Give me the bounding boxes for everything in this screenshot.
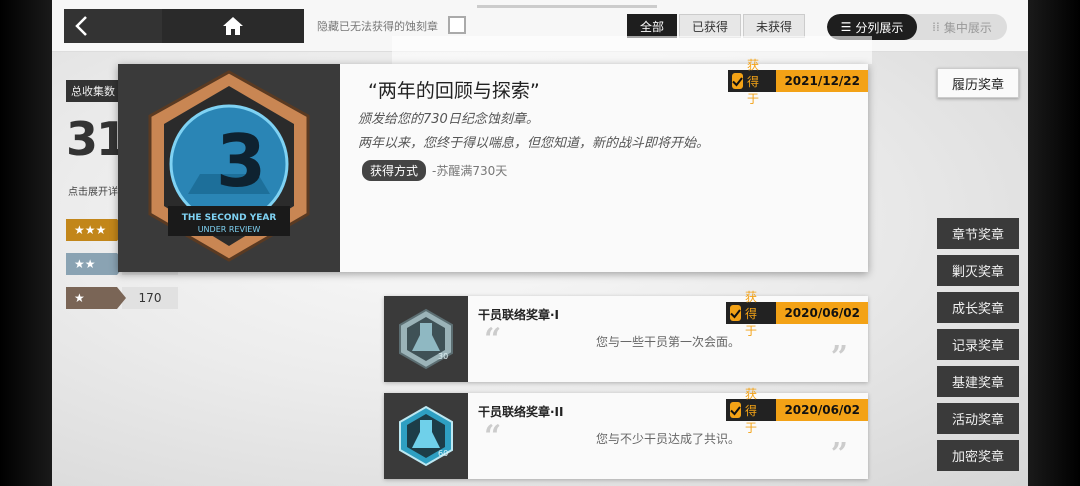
featured-obtained-date: 获得于 2021/12/22: [728, 58, 868, 106]
category-encrypted-tab[interactable]: 加密奖章: [937, 440, 1019, 471]
medal-title: 干员联络奖章·II: [478, 405, 564, 419]
back-button[interactable]: [64, 9, 162, 43]
obtained-date-value: 2021/12/22: [776, 70, 868, 92]
left-letterbox: [0, 0, 52, 486]
obtained-label: 获得于: [747, 57, 760, 106]
medal-text-1: THE SECOND YEAR: [182, 213, 277, 223]
right-letterbox: [1028, 0, 1080, 486]
filter-obtained-tab[interactable]: 已获得: [679, 14, 742, 38]
close-quote-icon: ”: [830, 437, 848, 472]
medal-number: 3: [216, 119, 266, 203]
grid-icon: ⁞⁞: [932, 20, 940, 34]
featured-medal-panel[interactable]: 3 THE SECOND YEAR UNDER REVIEW “两年的回顾与探索…: [118, 58, 868, 272]
filter-all-tab[interactable]: 全部: [627, 14, 678, 38]
medal-title: 干员联络奖章·I: [478, 308, 560, 322]
obtained-label: 获得于: [745, 289, 758, 338]
total-collected-label: 总收集数: [66, 80, 120, 102]
check-icon: [730, 305, 741, 321]
medal-obtained-date: 获得于 2020/06/02: [726, 290, 868, 338]
category-growth-tab[interactable]: 成长奖章: [937, 292, 1019, 323]
list-icon: ☰: [840, 20, 852, 34]
one-star-row: ★ 170: [66, 287, 178, 309]
category-base-tab[interactable]: 基建奖章: [937, 366, 1019, 397]
view-grouped-label: 集中展示: [943, 20, 992, 35]
view-split-label: 分列展示: [855, 20, 904, 35]
background-card: [392, 36, 872, 64]
obtained-label: 获得于: [745, 386, 758, 435]
featured-medal-desc-1: 颁发给您的730日纪念蚀刻章。: [358, 112, 539, 127]
medal-description: 您与不少干员达成了共识。: [595, 432, 740, 446]
medal-text-2: UNDER REVIEW: [198, 225, 261, 234]
category-event-tab[interactable]: 活动奖章: [937, 403, 1019, 434]
two-star-tag: ★★: [66, 253, 126, 275]
medal-screen: 隐藏已无法获得的蚀刻章 全部 已获得 未获得 ☰ 分列展示 ⁞⁞ 集中展示 总收…: [52, 0, 1028, 486]
category-annihilation-tab[interactable]: 剿灭奖章: [937, 255, 1019, 286]
progress-track: [477, 5, 657, 8]
check-icon: [732, 73, 743, 89]
featured-medal-image: 3 THE SECOND YEAR UNDER REVIEW: [118, 64, 340, 272]
medal-number: 60: [438, 449, 448, 458]
acquire-method-value: -苏醒满730天: [432, 164, 508, 178]
medal-card[interactable]: 60 干员联络奖章·II “ 您与不少干员达成了共识。 ” 获得于 2020/0…: [384, 387, 868, 479]
home-icon: [223, 17, 243, 35]
category-chapter-tab[interactable]: 章节奖章: [937, 218, 1019, 249]
acquire-method-badge: 获得方式: [362, 160, 427, 181]
anniversary-medal-icon: 3 THE SECOND YEAR UNDER REVIEW: [148, 70, 310, 262]
category-resume-tab[interactable]: 履历奖章: [937, 68, 1019, 98]
check-icon: [730, 402, 741, 418]
one-star-count: 170: [122, 287, 178, 309]
filter-tabs: 全部 已获得 未获得: [627, 14, 806, 38]
featured-medal-title: “两年的回顾与探索”: [368, 80, 540, 102]
featured-medal-desc-2: 两年以来，您终于得以喘息，但您知道，新的战斗即将开始。: [358, 136, 710, 151]
medal-number: 30: [438, 352, 448, 361]
one-star-tag: ★: [66, 287, 126, 309]
filter-unobtained-tab[interactable]: 未获得: [743, 14, 806, 38]
medal-obtained-date: 获得于 2020/06/02: [726, 387, 868, 435]
hide-unobtainable-checkbox[interactable]: [448, 16, 466, 34]
hide-unobtainable-label: 隐藏已无法获得的蚀刻章: [317, 20, 438, 33]
obtained-date-value: 2020/06/02: [776, 302, 868, 324]
view-grouped-button[interactable]: ⁞⁞ 集中展示: [917, 14, 1007, 40]
category-record-tab[interactable]: 记录奖章: [937, 329, 1019, 360]
back-arrow-icon: [75, 16, 87, 36]
close-quote-icon: ”: [830, 340, 848, 375]
three-star-tag: ★★★: [66, 219, 126, 241]
home-button[interactable]: [162, 9, 304, 43]
medal-card[interactable]: 30 干员联络奖章·I “ 您与一些干员第一次会面。 ” 获得于 2020/06…: [384, 290, 868, 382]
obtained-date-value: 2020/06/02: [776, 399, 868, 421]
medal-description: 您与一些干员第一次会面。: [595, 335, 740, 349]
